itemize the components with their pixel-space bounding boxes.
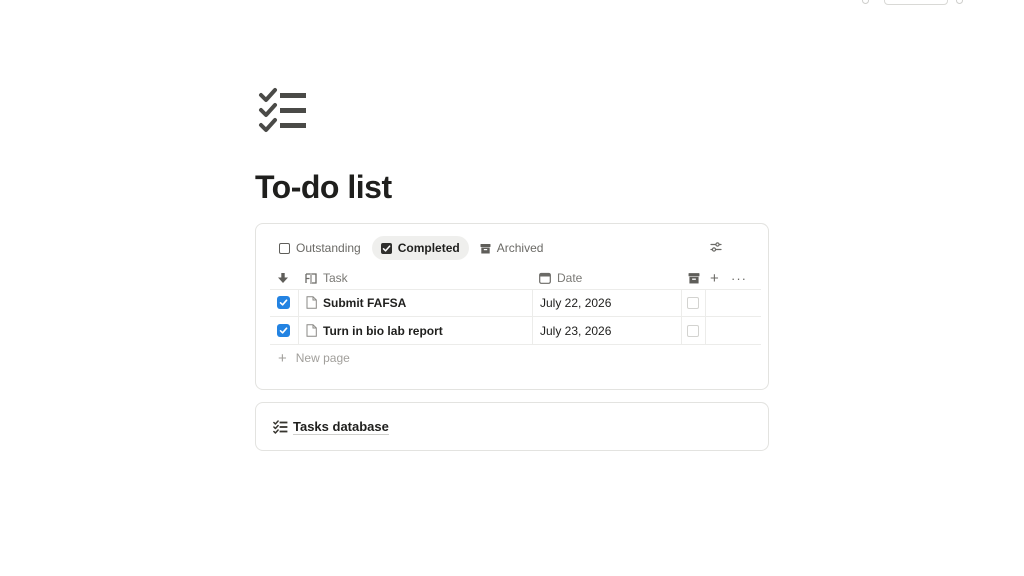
task-cell[interactable]: Turn in bio lab report <box>306 317 443 344</box>
task-cell[interactable]: Submit FAFSA <box>306 289 406 316</box>
view-settings-icon[interactable] <box>708 239 724 255</box>
top-toolbar-icon-right[interactable] <box>956 0 963 4</box>
table-row[interactable]: Turn in bio lab report July 23, 2026 <box>270 317 761 345</box>
plus-icon: + <box>278 349 287 367</box>
table-row[interactable]: Submit FAFSA July 22, 2026 <box>270 289 761 317</box>
done-checkbox[interactable] <box>277 289 290 316</box>
checkbox-checked-icon <box>380 242 392 254</box>
tab-outstanding[interactable]: Outstanding <box>270 236 370 260</box>
date-cell[interactable]: July 23, 2026 <box>540 317 611 344</box>
page-title: To-do list <box>255 169 392 205</box>
view-tabs: Outstanding Completed Archived <box>270 236 554 260</box>
tab-label: Archived <box>496 241 544 255</box>
task-name: Turn in bio lab report <box>323 323 443 338</box>
tab-label: Outstanding <box>296 241 361 255</box>
archive-icon <box>480 243 491 254</box>
checkbox-checked-icon <box>277 324 290 337</box>
column-header-archived[interactable] <box>688 266 700 290</box>
top-toolbar-button[interactable] <box>884 0 948 5</box>
table-header: Task Date + ··· <box>270 266 761 290</box>
column-label: Task <box>323 271 348 285</box>
done-checkbox[interactable] <box>277 317 290 344</box>
text-property-icon <box>305 272 317 284</box>
new-page-label: New page <box>295 351 350 365</box>
linked-database-link[interactable]: Tasks database <box>293 419 389 435</box>
date-cell[interactable]: July 22, 2026 <box>540 289 611 316</box>
new-page-button[interactable]: + New page <box>278 350 350 366</box>
page-doc-icon <box>306 324 317 337</box>
archived-checkbox[interactable] <box>687 289 699 316</box>
archive-icon <box>688 272 700 284</box>
calendar-icon <box>539 272 551 284</box>
checkbox-empty-icon <box>687 324 699 337</box>
top-toolbar-icon-left[interactable] <box>862 0 869 4</box>
date-value: July 23, 2026 <box>540 323 612 338</box>
tab-label: Completed <box>397 241 460 255</box>
date-value: July 22, 2026 <box>540 295 612 310</box>
page-doc-icon <box>306 296 317 309</box>
column-header-task[interactable]: Task <box>305 266 348 290</box>
checkbox-empty-icon <box>279 242 290 254</box>
checkbox-checked-icon <box>277 296 290 309</box>
tab-archived[interactable]: Archived <box>471 236 553 260</box>
more-options-button[interactable]: ··· <box>731 266 747 290</box>
checklist-icon <box>273 420 288 434</box>
more-icon: ··· <box>731 270 747 286</box>
plus-icon: + <box>710 269 719 287</box>
checkbox-empty-icon <box>687 296 699 309</box>
task-name: Submit FAFSA <box>323 295 407 310</box>
sort-arrow-icon[interactable] <box>277 266 289 290</box>
archived-checkbox[interactable] <box>687 317 699 344</box>
column-header-date[interactable]: Date <box>539 266 582 290</box>
tab-completed[interactable]: Completed <box>371 236 469 260</box>
column-label: Date <box>557 271 583 285</box>
database-view: Outstanding Completed Archived Task Date… <box>255 223 769 390</box>
add-property-button[interactable]: + <box>710 266 719 290</box>
checklist-icon[interactable] <box>258 87 308 133</box>
linked-database-card[interactable]: Tasks database <box>255 402 769 451</box>
